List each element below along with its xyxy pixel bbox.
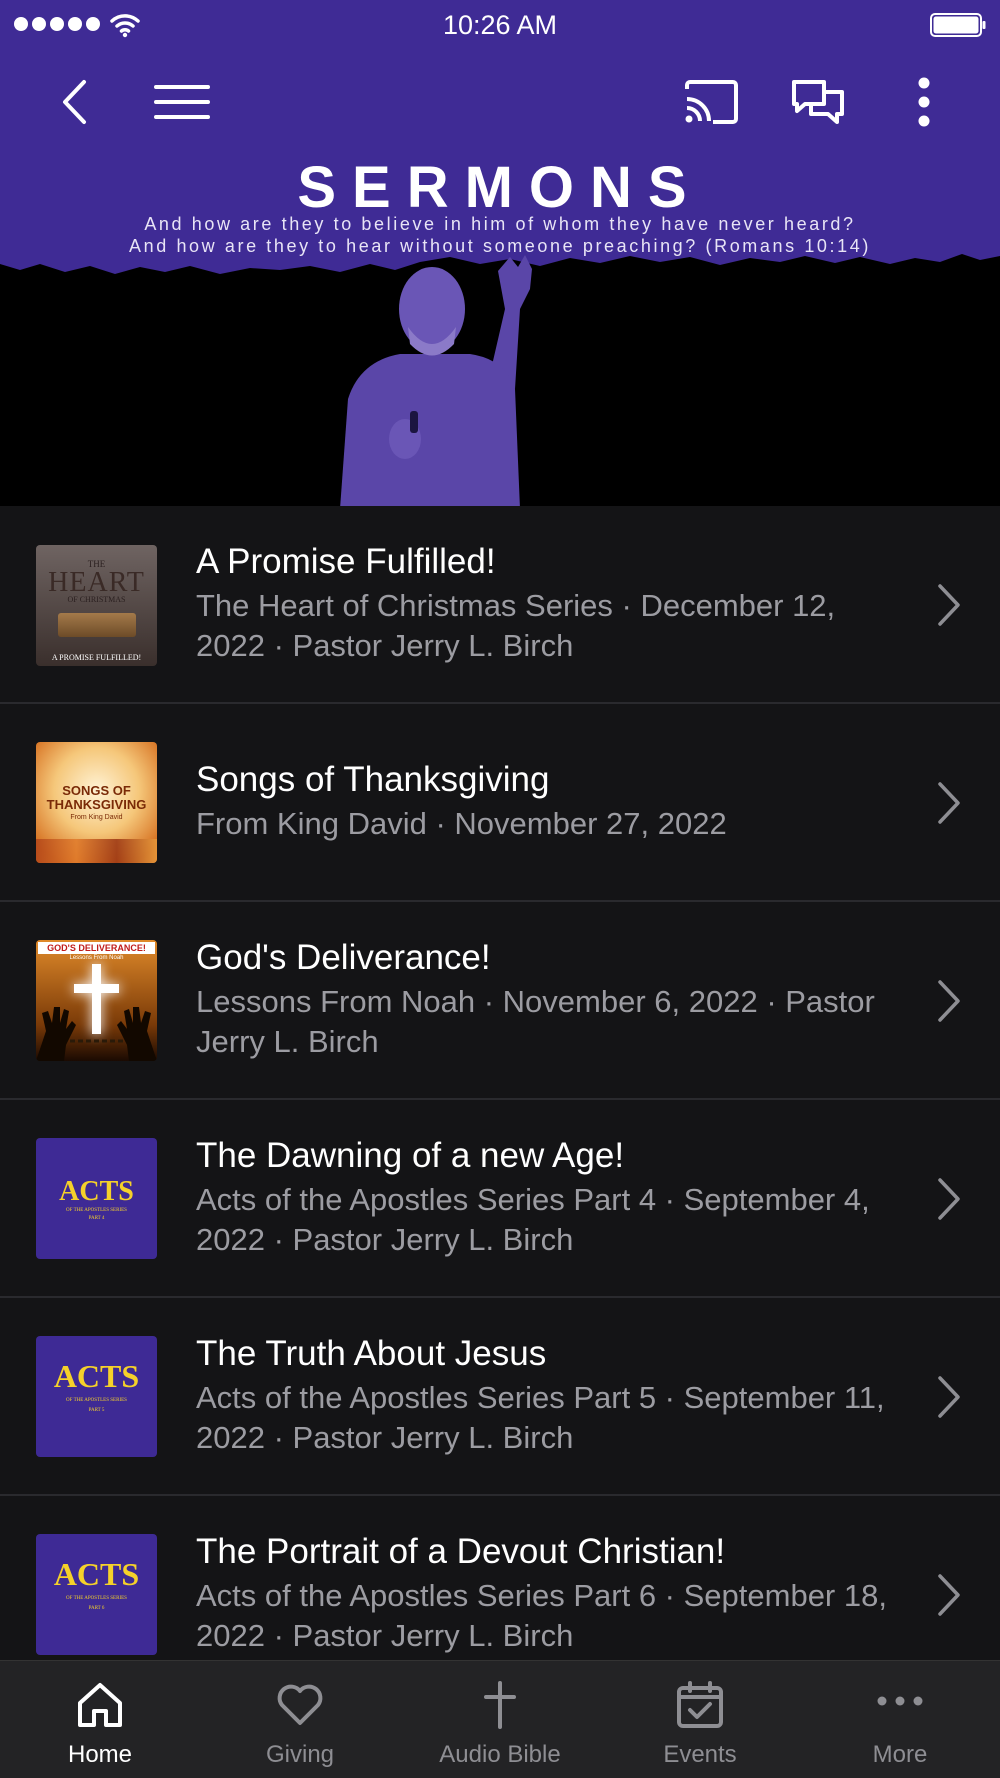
sermon-row[interactable]: ACTS OF THE APOSTLES SERIES PART 6 The P… <box>0 1496 1000 1660</box>
tab-bar: Home Giving Audio Bible Events More <box>0 1660 1000 1778</box>
sermon-thumbnail: THE HEART OF CHRISTMAS A PROMISE FULFILL… <box>36 545 157 666</box>
heart-icon <box>277 1684 323 1725</box>
sermon-subtitle: From King David · November 27, 2022 <box>196 806 727 841</box>
sermon-thumbnail: ACTS OF THE APOSTLES SERIES PART 4 <box>36 1138 157 1259</box>
sermons-banner: SERMONS And how are they to believe in h… <box>0 154 1000 506</box>
tab-giving[interactable]: Giving <box>200 1661 400 1778</box>
chevron-right-icon <box>938 584 960 626</box>
tab-home[interactable]: Home <box>0 1661 200 1778</box>
sermon-row[interactable]: SONGS OF THANKSGIVING From King David Son… <box>0 704 1000 902</box>
tab-label: Events <box>663 1741 737 1768</box>
banner-title: SERMONS <box>297 155 703 220</box>
sermon-thumbnail: GOD'S DELIVERANCE! Lessons From Noah <box>36 940 157 1061</box>
sermon-subtitle: Acts of the Apostles Series Part 5 · Sep… <box>196 1380 885 1455</box>
chevron-right-icon <box>938 1178 960 1220</box>
tab-label: Giving <box>265 1741 335 1768</box>
sermon-subtitle: Acts of the Apostles Series Part 6 · Sep… <box>196 1578 887 1653</box>
sermon-title: The Dawning of a new Age! <box>196 1136 625 1175</box>
calendar-check-icon <box>677 1681 723 1728</box>
sermon-row[interactable]: GOD'S DELIVERANCE! Lessons From Noah God… <box>0 902 1000 1100</box>
chat-icon[interactable] <box>788 72 848 132</box>
sermon-title: Songs of Thanksgiving <box>196 760 550 799</box>
tab-label: Audio Bible <box>439 1741 561 1768</box>
tab-audio-bible[interactable]: Audio Bible <box>400 1661 600 1778</box>
cross-icon <box>484 1681 516 1729</box>
tab-events[interactable]: Events <box>600 1661 800 1778</box>
sermon-thumbnail: ACTS OF THE APOSTLES SERIES PART 5 <box>36 1336 157 1457</box>
banner-verse-line-1: And how are they to believe in him of wh… <box>144 214 856 234</box>
sermon-subtitle: Lessons From Noah · November 6, 2022 · P… <box>196 984 875 1059</box>
tab-label: Home <box>67 1741 133 1768</box>
tab-label: More <box>872 1741 928 1768</box>
sermon-subtitle: Acts of the Apostles Series Part 4 · Sep… <box>196 1182 870 1257</box>
sermon-title: The Portrait of a Devout Christian! <box>196 1532 726 1571</box>
hamburger-menu-icon[interactable] <box>152 72 212 132</box>
status-bar: 10:26 AM <box>0 0 1000 50</box>
sermon-title: God's Deliverance! <box>196 938 491 977</box>
sermon-title: The Truth About Jesus <box>196 1334 547 1373</box>
preacher-image <box>340 255 532 506</box>
chevron-right-icon <box>938 782 960 824</box>
chevron-right-icon <box>938 1376 960 1418</box>
home-icon <box>78 1683 122 1727</box>
cast-icon[interactable] <box>681 72 741 132</box>
sermon-thumbnail: SONGS OF THANKSGIVING From King David <box>36 742 157 863</box>
status-time: 10:26 AM <box>442 10 558 40</box>
sermon-row[interactable]: ACTS OF THE APOSTLES SERIES PART 5 The T… <box>0 1298 1000 1496</box>
sermon-title: A Promise Fulfilled! <box>196 542 496 581</box>
sermon-row[interactable]: THE HEART OF CHRISTMAS A PROMISE FULFILL… <box>0 506 1000 704</box>
back-chevron-icon[interactable] <box>44 72 104 132</box>
chevron-right-icon <box>938 1574 960 1616</box>
sermon-list: THE HEART OF CHRISTMAS A PROMISE FULFILL… <box>0 506 1000 1660</box>
sermon-subtitle: The Heart of Christmas Series · December… <box>196 588 836 663</box>
more-vertical-icon[interactable] <box>894 72 954 132</box>
more-horizontal-icon <box>877 1696 923 1706</box>
sermon-thumbnail: ACTS OF THE APOSTLES SERIES PART 6 <box>36 1534 157 1655</box>
tab-more[interactable]: More <box>800 1661 1000 1778</box>
navigation-bar <box>0 50 1000 154</box>
sermon-row[interactable]: ACTS OF THE APOSTLES SERIES PART 4 The D… <box>0 1100 1000 1298</box>
battery-icon <box>930 13 986 37</box>
chevron-right-icon <box>938 980 960 1022</box>
